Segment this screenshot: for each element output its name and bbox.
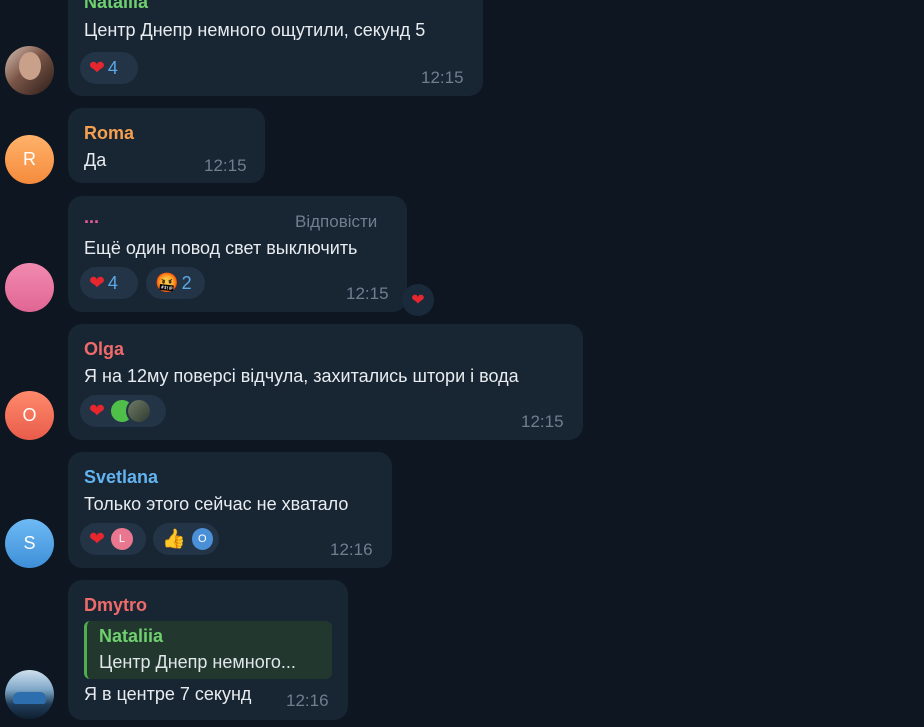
avatar-anon[interactable] <box>5 263 54 312</box>
message-bubble[interactable]: Dmytro Nataliia Центр Днепр немного... Я… <box>68 580 348 720</box>
quote-text: Центр Днепр немного... <box>99 652 296 672</box>
avatar-letter: O <box>22 405 37 425</box>
reply-link[interactable]: Відповісти <box>295 212 377 232</box>
reaction-count: 4 <box>107 57 118 78</box>
reaction-heart[interactable]: ❤ L <box>80 523 146 555</box>
message-bubble[interactable]: ... Відповісти Ещё один повод свет выклю… <box>68 196 407 312</box>
heart-icon: ❤ <box>89 57 105 79</box>
message-text: Да <box>84 150 107 170</box>
quote-sender: Nataliia <box>99 626 164 646</box>
message-bubble[interactable]: Olga Я на 12му поверсі відчула, захитали… <box>68 324 583 440</box>
message-time: 12:15 <box>346 284 389 303</box>
sender-name[interactable]: Svetlana <box>84 467 158 488</box>
reactor-avatar: O <box>189 526 215 552</box>
avatar-dmytro[interactable] <box>5 670 54 719</box>
thumbs-up-icon: 👍 <box>162 528 186 550</box>
heart-icon: ❤ <box>89 528 105 550</box>
message-text: Я на 12му поверсі відчула, захитались шт… <box>84 366 519 386</box>
sender-name[interactable]: Olga <box>84 339 124 360</box>
avatar-photo <box>13 692 46 704</box>
side-reaction-heart[interactable]: ❤ <box>402 284 434 316</box>
reactor-avatar <box>125 398 152 424</box>
message-time: 12:15 <box>521 412 564 431</box>
message-time: 12:16 <box>330 540 373 559</box>
sender-name[interactable]: ... <box>84 207 99 228</box>
avatar-letter: S <box>23 533 36 553</box>
heart-icon: ❤ <box>89 400 105 422</box>
reaction-heart[interactable]: ❤ <box>80 395 166 427</box>
message-time: 12:15 <box>421 68 464 87</box>
reaction-count: 2 <box>181 272 192 293</box>
angry-face-icon: 🤬 <box>155 272 179 294</box>
avatar-photo <box>19 52 41 80</box>
heart-icon: ❤ <box>89 272 105 294</box>
reaction-angry[interactable]: 🤬 2 <box>146 267 205 299</box>
reactor-avatar: L <box>108 526 135 552</box>
message-text: Я в центре 7 секунд <box>84 684 252 704</box>
sender-name[interactable]: Nataliia <box>84 0 148 13</box>
message-bubble[interactable]: Svetlana Только этого сейчас не хватало … <box>68 452 392 568</box>
sender-name[interactable]: Roma <box>84 123 134 144</box>
sender-name[interactable]: Dmytro <box>84 595 147 616</box>
message-time: 12:15 <box>204 156 247 175</box>
reaction-thumbs-up[interactable]: 👍 O <box>153 523 219 555</box>
message-text: Только этого сейчас не хватало <box>84 494 349 514</box>
reaction-count: 4 <box>107 272 118 293</box>
message-text: Ещё один повод свет выключить <box>84 238 358 258</box>
heart-icon: ❤ <box>411 292 425 309</box>
reply-quote[interactable]: Nataliia Центр Днепр немного... <box>84 621 332 679</box>
avatar-olga[interactable]: O <box>5 391 54 440</box>
avatar-svetlana[interactable]: S <box>5 519 54 568</box>
message-text: Центр Днепр немного ощутили, секунд 5 <box>84 20 426 40</box>
reaction-heart[interactable]: ❤ 4 <box>80 52 138 84</box>
message-bubble[interactable]: Nataliia Центр Днепр немного ощутили, се… <box>68 0 483 96</box>
avatar-letter: R <box>23 149 36 169</box>
avatar-nataliia[interactable] <box>5 46 54 95</box>
reaction-heart[interactable]: ❤ 4 <box>80 267 138 299</box>
avatar-roma[interactable]: R <box>5 135 54 184</box>
message-bubble[interactable]: Roma Да 12:15 <box>68 108 265 183</box>
message-time: 12:16 <box>286 691 329 710</box>
